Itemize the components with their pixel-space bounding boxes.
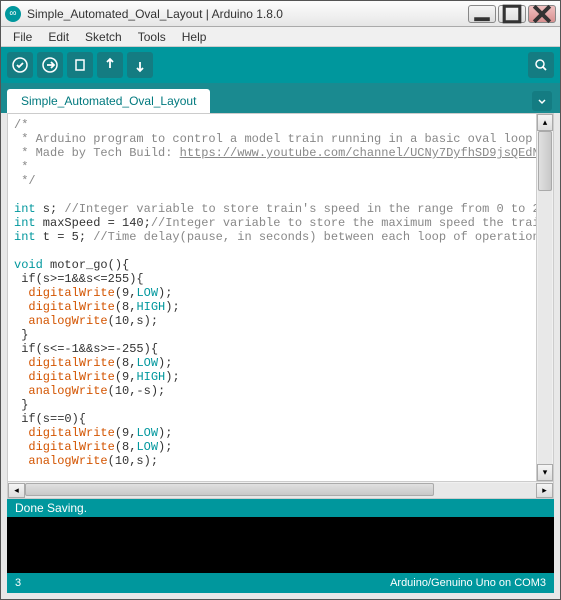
code-text: (10,s); [108, 314, 158, 328]
menu-tools[interactable]: Tools [130, 28, 174, 46]
code-text: (9, [115, 286, 137, 300]
code-text: ); [165, 300, 179, 314]
function-call: digitalWrite [28, 370, 114, 384]
code-text: (8, [115, 440, 137, 454]
scroll-track[interactable] [25, 483, 536, 498]
new-button[interactable] [67, 52, 93, 78]
maximize-button[interactable] [498, 5, 526, 23]
code-text: if(s>=1&&s<=255){ [14, 272, 144, 286]
comment: //Integer variable to store train's spee… [64, 202, 553, 216]
save-button[interactable] [127, 52, 153, 78]
window-controls [468, 5, 556, 23]
scroll-left-arrow-icon[interactable]: ◂ [8, 483, 25, 498]
code-text: (10,-s); [108, 384, 166, 398]
comment-line: * Arduino program to control a model tra… [14, 132, 553, 146]
titlebar[interactable]: ∞ Simple_Automated_Oval_Layout | Arduino… [1, 1, 560, 27]
code-text: ); [158, 426, 172, 440]
toolbar [1, 47, 560, 83]
keyword: void [14, 258, 43, 272]
code-text: ); [165, 370, 179, 384]
constant: LOW [136, 286, 158, 300]
code-text: ); [158, 440, 172, 454]
code-text: ); [158, 356, 172, 370]
code-text: (9, [115, 370, 137, 384]
comment-line: /* [14, 118, 28, 132]
console-output[interactable] [7, 517, 554, 573]
keyword: int [14, 202, 36, 216]
function-call: analogWrite [28, 314, 107, 328]
code-text: (8, [115, 300, 137, 314]
menubar: File Edit Sketch Tools Help [1, 27, 560, 47]
upload-button[interactable] [37, 52, 63, 78]
function-call: digitalWrite [28, 440, 114, 454]
vscroll-track[interactable] [538, 131, 552, 464]
comment: //Integer variable to store the maximum … [151, 216, 553, 230]
function-call: digitalWrite [28, 286, 114, 300]
menu-help[interactable]: Help [174, 28, 215, 46]
code-text: maxSpeed = 140; [36, 216, 151, 230]
editor-container: /* * Arduino program to control a model … [7, 113, 554, 499]
open-button[interactable] [97, 52, 123, 78]
constant: LOW [136, 356, 158, 370]
comment-line: * [14, 160, 36, 174]
status-bar: Done Saving. [7, 499, 554, 517]
keyword: int [14, 230, 36, 244]
scroll-up-arrow-icon[interactable]: ▴ [537, 114, 553, 131]
comment-line: * Made by Tech Build: [14, 146, 180, 160]
footer-bar: 3 Arduino/Genuino Uno on COM3 [7, 573, 554, 593]
serial-monitor-button[interactable] [528, 52, 554, 78]
board-info: Arduino/Genuino Uno on COM3 [390, 577, 546, 589]
function-call: analogWrite [28, 454, 107, 468]
comment-url: https://www.youtube.com/channel/UCNy7Dyf… [180, 146, 553, 160]
keyword: int [14, 216, 36, 230]
code-text: (10,s); [108, 454, 158, 468]
scroll-right-arrow-icon[interactable]: ▸ [536, 483, 553, 498]
scroll-down-arrow-icon[interactable]: ▾ [537, 464, 553, 481]
scroll-thumb[interactable] [25, 483, 434, 496]
menu-sketch[interactable]: Sketch [77, 28, 130, 46]
tab-bar: Simple_Automated_Oval_Layout [1, 83, 560, 113]
horizontal-scrollbar[interactable]: ◂ ▸ [8, 481, 553, 498]
window-title: Simple_Automated_Oval_Layout | Arduino 1… [27, 7, 468, 21]
application-window: ∞ Simple_Automated_Oval_Layout | Arduino… [0, 0, 561, 600]
close-button[interactable] [528, 5, 556, 23]
code-text: if(s==0){ [14, 412, 86, 426]
sketch-tab[interactable]: Simple_Automated_Oval_Layout [7, 89, 210, 113]
tab-menu-button[interactable] [532, 91, 552, 111]
comment-line: */ [14, 174, 36, 188]
code-text: } [14, 398, 28, 412]
function-call: digitalWrite [28, 356, 114, 370]
code-text: (8, [115, 356, 137, 370]
code-text: (9, [115, 426, 137, 440]
arduino-app-icon: ∞ [5, 6, 21, 22]
vertical-scrollbar[interactable]: ▴ ▾ [536, 114, 553, 481]
verify-button[interactable] [7, 52, 33, 78]
comment: //Time delay(pause, in seconds) between … [93, 230, 553, 244]
function-call: digitalWrite [28, 426, 114, 440]
menu-file[interactable]: File [5, 28, 40, 46]
code-editor[interactable]: /* * Arduino program to control a model … [8, 114, 553, 481]
minimize-button[interactable] [468, 5, 496, 23]
function-call: digitalWrite [28, 300, 114, 314]
code-text: motor_go(){ [43, 258, 129, 272]
code-text: } [14, 328, 28, 342]
constant: LOW [136, 426, 158, 440]
status-message: Done Saving. [15, 501, 87, 515]
line-number: 3 [15, 577, 21, 589]
code-text: t = 5; [36, 230, 94, 244]
constant: HIGH [136, 370, 165, 384]
constant: LOW [136, 440, 158, 454]
menu-edit[interactable]: Edit [40, 28, 77, 46]
code-text: s; [36, 202, 65, 216]
vscroll-thumb[interactable] [538, 131, 552, 191]
function-call: analogWrite [28, 384, 107, 398]
constant: HIGH [136, 300, 165, 314]
code-text: ); [158, 286, 172, 300]
code-text: if(s<=-1&&s>=-255){ [14, 342, 158, 356]
